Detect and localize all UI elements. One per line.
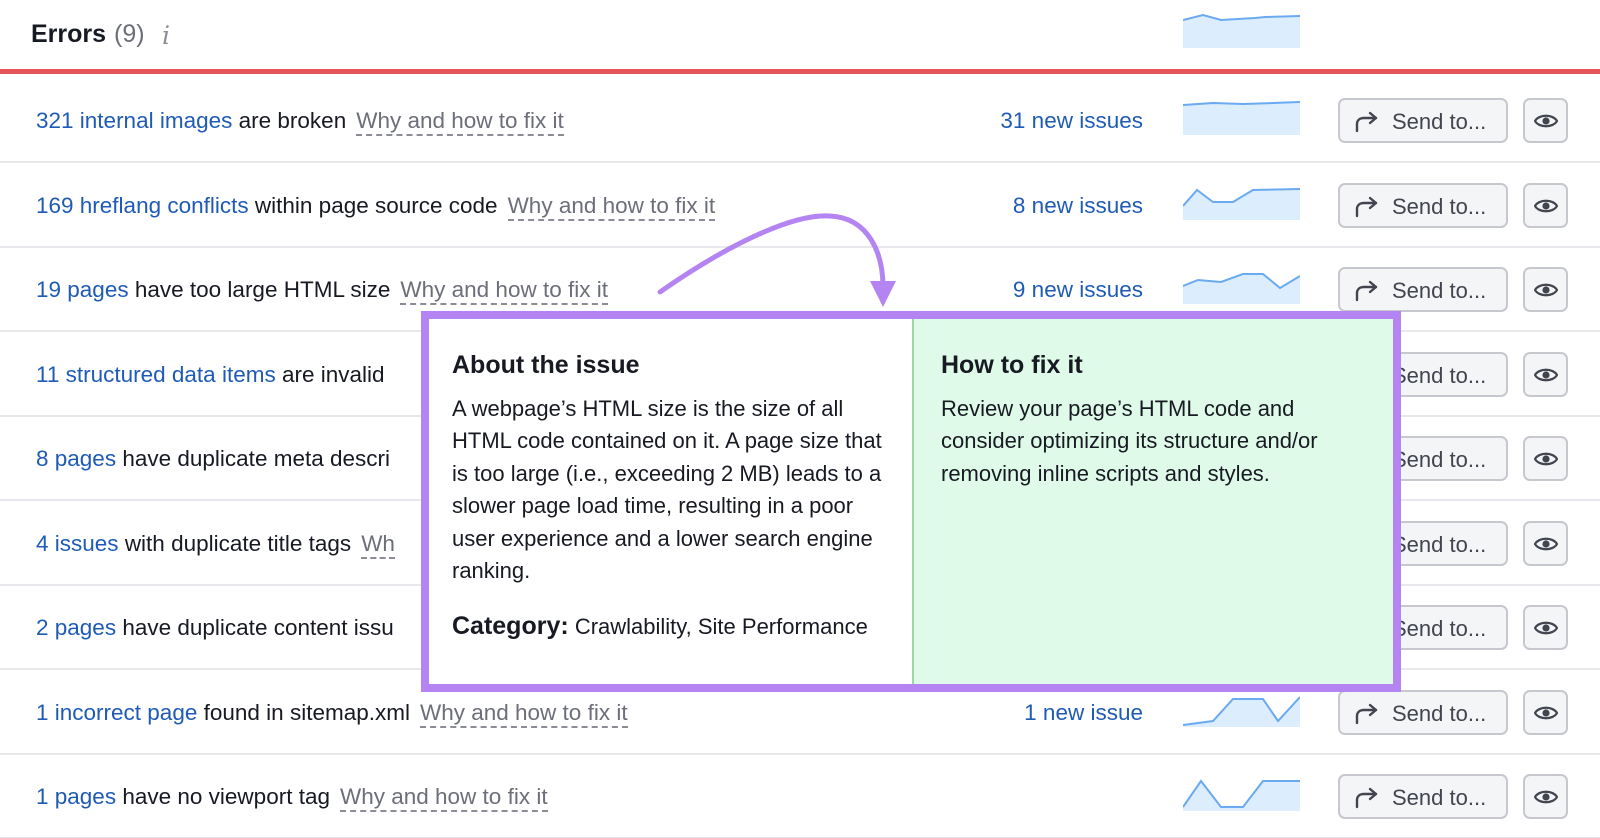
- issue-text: have duplicate content issu: [122, 615, 394, 640]
- issue-description: 1 pages have no viewport tag Why and how …: [36, 784, 548, 812]
- about-text: A webpage’s HTML size is the size of all…: [452, 396, 882, 584]
- issue-text: found in sitemap.xml: [203, 699, 410, 725]
- send-to-label: Send to...: [1392, 362, 1487, 388]
- trend-sparkline: [1183, 187, 1300, 220]
- issue-link[interactable]: 2 pages: [36, 615, 116, 640]
- why-and-how-to-fix-link[interactable]: Why and how to fix it: [419, 699, 628, 728]
- send-to-button[interactable]: Send to...: [1338, 774, 1508, 819]
- send-to-label: Send to...: [1392, 785, 1487, 810]
- share-arrow-icon: [1355, 787, 1378, 809]
- category: Category: Crawlability, Site Performance: [452, 609, 890, 644]
- eye-icon: [1534, 452, 1558, 466]
- errors-count: (9): [114, 20, 145, 48]
- why-and-how-to-fix-link[interactable]: Why and how to fix it: [356, 108, 564, 136]
- send-to-button[interactable]: Send to...: [1338, 689, 1508, 735]
- hide-issue-button[interactable]: [1523, 520, 1568, 566]
- issue-text: within page source code: [254, 192, 498, 218]
- trend-sparkline: [1183, 273, 1300, 304]
- hide-issue-button[interactable]: [1523, 98, 1568, 143]
- issue-description: 8 pages have duplicate meta descri: [36, 446, 390, 472]
- eye-icon: [1534, 114, 1558, 128]
- how-to-fix-panel: How to fix it Review your page’s HTML co…: [914, 319, 1393, 684]
- trend-sparkline: [1183, 779, 1300, 811]
- share-arrow-icon: [1355, 280, 1378, 302]
- hide-issue-button[interactable]: [1523, 689, 1568, 735]
- issue-text: with duplicate title tags: [124, 530, 352, 556]
- share-arrow-icon: [1355, 703, 1378, 724]
- issue-text: are broken: [238, 108, 347, 133]
- why-and-how-to-fix-link[interactable]: Why and how to fix it: [339, 784, 548, 812]
- trend-sparkline: [1183, 101, 1300, 135]
- send-to-label: Send to...: [1392, 616, 1487, 641]
- send-to-label: Send to...: [1392, 109, 1487, 134]
- send-to-label: Send to...: [1392, 700, 1487, 726]
- eye-icon: [1534, 790, 1558, 804]
- fix-title: How to fix it: [941, 351, 1083, 379]
- why-and-how-to-fix-link[interactable]: Wh: [361, 530, 395, 559]
- share-arrow-icon: [1355, 196, 1378, 217]
- issue-description: 19 pages have too large HTML size Why and…: [36, 277, 608, 305]
- fix-text: Review your page’s HTML code and conside…: [941, 396, 1318, 486]
- issue-link[interactable]: 1 incorrect page: [36, 700, 197, 725]
- issue-link[interactable]: 19 pages: [36, 277, 129, 302]
- issue-row: 169 hreflang conflicts within page sourc…: [0, 164, 1600, 248]
- issue-link[interactable]: 11 structured data items: [36, 362, 276, 387]
- send-to-label: Send to...: [1392, 531, 1487, 557]
- new-issues-link[interactable]: 31 new issues: [1000, 108, 1143, 134]
- issue-description: 1 incorrect page found in sitemap.xml Why…: [36, 699, 628, 728]
- issue-link[interactable]: 8 pages: [36, 446, 116, 471]
- issue-link[interactable]: 4 issues: [36, 531, 119, 556]
- about-the-issue-panel: About the issue A webpage’s HTML size is…: [429, 319, 914, 684]
- hide-issue-button[interactable]: [1523, 351, 1568, 397]
- trend-sparkline: [1183, 695, 1300, 727]
- issue-description: 4 issues with duplicate title tags Wh: [36, 530, 395, 559]
- issue-row: 321 internal images are broken Why and ho…: [0, 79, 1600, 163]
- send-to-button[interactable]: Send to...: [1338, 98, 1508, 143]
- issue-row: 1 pages have no viewport tag Why and how …: [0, 755, 1600, 838]
- send-to-label: Send to...: [1392, 193, 1487, 219]
- issue-description: 321 internal images are broken Why and ho…: [36, 108, 564, 136]
- issue-description: 2 pages have duplicate content issu: [36, 615, 394, 641]
- errors-header: Errors (9) i: [0, 0, 1600, 74]
- issue-link[interactable]: 169 hreflang conflicts: [36, 193, 249, 218]
- why-and-how-to-fix-link[interactable]: Why and how to fix it: [400, 277, 608, 305]
- hide-issue-button[interactable]: [1523, 267, 1568, 312]
- eye-icon: [1534, 199, 1558, 212]
- category-value: Crawlability, Site Performance: [574, 614, 868, 640]
- eye-icon: [1534, 537, 1558, 550]
- issue-description: 169 hreflang conflicts within page sourc…: [36, 192, 716, 221]
- eye-icon: [1534, 621, 1558, 635]
- eye-icon: [1534, 706, 1558, 719]
- send-to-button[interactable]: Send to...: [1338, 267, 1508, 312]
- send-to-button[interactable]: Send to...: [1338, 182, 1508, 228]
- header-sparkline: [1183, 13, 1300, 48]
- new-issues-link[interactable]: 8 new issues: [1013, 193, 1143, 219]
- issue-text: have duplicate meta descri: [122, 446, 390, 471]
- send-to-label: Send to...: [1392, 447, 1487, 472]
- errors-title: Errors: [31, 20, 107, 48]
- send-to-label: Send to...: [1392, 278, 1487, 303]
- hide-issue-button[interactable]: [1523, 436, 1568, 481]
- hide-issue-button[interactable]: [1523, 182, 1568, 228]
- category-label: Category:: [452, 612, 569, 641]
- info-icon[interactable]: i: [162, 21, 170, 50]
- issue-text: have too large HTML size: [134, 277, 391, 302]
- issue-text: are invalid: [281, 361, 385, 387]
- share-arrow-icon: [1355, 111, 1378, 133]
- new-issues-link[interactable]: 9 new issues: [1013, 277, 1143, 303]
- new-issues-link[interactable]: 1 new issue: [1024, 700, 1143, 726]
- about-title: About the issue: [452, 351, 640, 379]
- issue-tooltip: About the issue A webpage’s HTML size is…: [421, 311, 1401, 692]
- eye-icon: [1534, 368, 1558, 381]
- eye-icon: [1534, 283, 1558, 297]
- why-and-how-to-fix-link[interactable]: Why and how to fix it: [507, 192, 716, 221]
- hide-issue-button[interactable]: [1523, 605, 1568, 650]
- issue-link[interactable]: 1 pages: [36, 784, 116, 809]
- hide-issue-button[interactable]: [1523, 774, 1568, 819]
- issue-text: have no viewport tag: [122, 784, 330, 809]
- issue-link[interactable]: 321 internal images: [36, 108, 232, 133]
- issue-description: 11 structured data items are invalid: [36, 362, 385, 388]
